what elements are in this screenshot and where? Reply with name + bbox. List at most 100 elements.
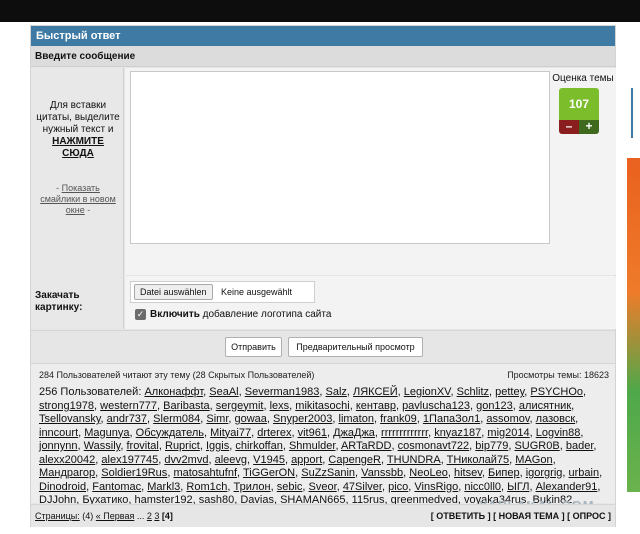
send-button[interactable]: Отправить bbox=[225, 337, 282, 357]
user-link[interactable]: Алконаффт bbox=[144, 386, 203, 398]
user-link[interactable]: Rom1ch bbox=[186, 481, 227, 493]
user-link[interactable]: drterex bbox=[257, 427, 291, 439]
user-link[interactable]: Vanssbb bbox=[361, 467, 403, 479]
user-link[interactable]: Schlitz bbox=[457, 386, 489, 398]
user-link[interactable]: Обсуждатель bbox=[136, 427, 204, 439]
pages-label[interactable]: Страницы: bbox=[35, 511, 80, 521]
user-link[interactable]: 47Silver bbox=[343, 481, 382, 493]
user-link[interactable]: inncourt bbox=[39, 427, 78, 439]
user-link[interactable]: alex197745 bbox=[101, 454, 158, 466]
user-link[interactable]: THUNDRA bbox=[387, 454, 441, 466]
user-link[interactable]: алисятник bbox=[519, 400, 571, 412]
show-smiles-link[interactable]: Показать смайлики в новом окне bbox=[40, 183, 116, 215]
user-link[interactable]: Markl3 bbox=[147, 481, 180, 493]
user-link[interactable]: assomov bbox=[486, 413, 529, 425]
user-link[interactable]: frank09 bbox=[380, 413, 417, 425]
page-2-link[interactable]: 2 bbox=[147, 511, 152, 521]
user-link[interactable]: 1ПапаЗол1 bbox=[423, 413, 480, 425]
user-link[interactable]: cosmonavt722 bbox=[398, 440, 470, 452]
user-link[interactable]: V1945 bbox=[253, 454, 285, 466]
user-link[interactable]: NeoLeo bbox=[409, 467, 448, 479]
user-link[interactable]: Soldier19Rus bbox=[101, 467, 167, 479]
user-link[interactable]: SUGR0B bbox=[514, 440, 559, 452]
rating-minus-button[interactable]: – bbox=[559, 120, 579, 134]
user-link[interactable]: apport bbox=[291, 454, 322, 466]
user-link[interactable]: mikitasochi bbox=[295, 400, 349, 412]
user-link[interactable]: strong1978 bbox=[39, 400, 94, 412]
user-link[interactable]: sergeymit bbox=[216, 400, 264, 412]
user-link[interactable]: Sveor bbox=[309, 481, 337, 493]
user-link[interactable]: PSYCHOo bbox=[530, 386, 583, 398]
user-link[interactable]: nicc0ll0 bbox=[464, 481, 501, 493]
user-link[interactable]: Salz bbox=[325, 386, 346, 398]
user-link[interactable]: bip779 bbox=[475, 440, 508, 452]
user-link[interactable]: Tsellovansky bbox=[39, 413, 101, 425]
logo-checkbox[interactable]: ✓ bbox=[135, 309, 146, 320]
user-link[interactable]: limaton bbox=[339, 413, 374, 425]
user-link[interactable]: Ruprict bbox=[165, 440, 200, 452]
first-page-link[interactable]: « Первая bbox=[96, 511, 135, 521]
user-link[interactable]: Shmulder bbox=[289, 440, 335, 452]
user-link[interactable]: Alexander91 bbox=[536, 481, 598, 493]
user-link[interactable]: Трилон bbox=[234, 481, 271, 493]
user-link[interactable]: dvv2mvd bbox=[164, 454, 208, 466]
user-link[interactable]: кентавр bbox=[356, 400, 396, 412]
topic-actions[interactable]: [ ОТВЕТИТЬ ] [ НОВАЯ ТЕМА ] [ ОПРОС ] bbox=[431, 505, 611, 527]
user-link[interactable]: Simr bbox=[206, 413, 228, 425]
preview-button[interactable]: Предварительный просмотр bbox=[288, 337, 423, 357]
user-link[interactable]: hitsev bbox=[454, 467, 482, 479]
user-link[interactable]: лазовск bbox=[536, 413, 575, 425]
user-link[interactable]: gon123 bbox=[476, 400, 513, 412]
user-link[interactable]: matosahtufnf bbox=[173, 467, 237, 479]
file-input[interactable]: Datei auswählen Keine ausgewählt bbox=[130, 281, 315, 303]
message-textarea[interactable] bbox=[130, 71, 550, 244]
user-link[interactable]: alexx20042 bbox=[39, 454, 95, 466]
page-3-link[interactable]: 3 bbox=[154, 511, 159, 521]
user-link[interactable]: SuZzSanin bbox=[301, 467, 355, 479]
user-link[interactable]: Logvin88 bbox=[536, 427, 581, 439]
right-ad-banner[interactable] bbox=[627, 158, 640, 492]
user-link[interactable]: frovital bbox=[126, 440, 158, 452]
user-link[interactable]: chirkoffan bbox=[235, 440, 283, 452]
choose-file-button[interactable]: Datei auswählen bbox=[134, 284, 213, 300]
user-link[interactable]: LegionXV bbox=[404, 386, 451, 398]
user-link[interactable]: mig2014 bbox=[487, 427, 529, 439]
user-link[interactable]: Severman1983 bbox=[245, 386, 320, 398]
user-link[interactable]: ЫГЛ bbox=[507, 481, 529, 493]
user-link[interactable]: TНиколай75 bbox=[447, 454, 510, 466]
user-link[interactable]: western777 bbox=[100, 400, 157, 412]
user-link[interactable]: Magunya bbox=[84, 427, 129, 439]
user-link[interactable]: vit961 bbox=[298, 427, 327, 439]
user-link[interactable]: jonnynn bbox=[39, 440, 78, 452]
user-link[interactable]: Dinodroid bbox=[39, 481, 86, 493]
user-link[interactable]: aleevg bbox=[215, 454, 247, 466]
user-link[interactable]: Wassily bbox=[84, 440, 121, 452]
user-link[interactable]: igorgrig bbox=[526, 467, 563, 479]
user-link[interactable]: pico bbox=[388, 481, 408, 493]
user-link[interactable]: ДжаДжа bbox=[333, 427, 375, 439]
user-link[interactable]: rrrrrrrrrrrrr bbox=[381, 427, 428, 439]
user-link[interactable]: lexs bbox=[270, 400, 290, 412]
user-link[interactable]: Baribasta bbox=[163, 400, 209, 412]
user-link[interactable]: TiGGerON bbox=[243, 467, 295, 479]
user-link[interactable]: Мандрагор bbox=[39, 467, 95, 479]
user-link[interactable]: Iggis bbox=[206, 440, 229, 452]
user-link[interactable]: pettey bbox=[495, 386, 524, 398]
user-link[interactable]: andr737 bbox=[107, 413, 147, 425]
user-link[interactable]: ЛЯКСЕЙ bbox=[353, 386, 398, 398]
user-link[interactable]: bader bbox=[566, 440, 594, 452]
rating-plus-button[interactable]: + bbox=[579, 120, 599, 134]
user-link[interactable]: pavluscha123 bbox=[402, 400, 470, 412]
user-link[interactable]: gowaa bbox=[235, 413, 267, 425]
user-link[interactable]: urbain bbox=[569, 467, 600, 479]
user-link[interactable]: Mityai77 bbox=[210, 427, 251, 439]
user-link[interactable]: Snyper2003 bbox=[273, 413, 332, 425]
user-link[interactable]: SeaAl bbox=[209, 386, 238, 398]
user-link[interactable]: VinsRigo bbox=[414, 481, 458, 493]
user-link[interactable]: Slerm084 bbox=[153, 413, 200, 425]
user-link[interactable]: MAGon bbox=[515, 454, 552, 466]
user-link[interactable]: CapengeR bbox=[328, 454, 381, 466]
user-link[interactable]: ARTaRDD bbox=[341, 440, 392, 452]
user-link[interactable]: Fantomac bbox=[92, 481, 141, 493]
user-link[interactable]: knyaz187 bbox=[434, 427, 481, 439]
